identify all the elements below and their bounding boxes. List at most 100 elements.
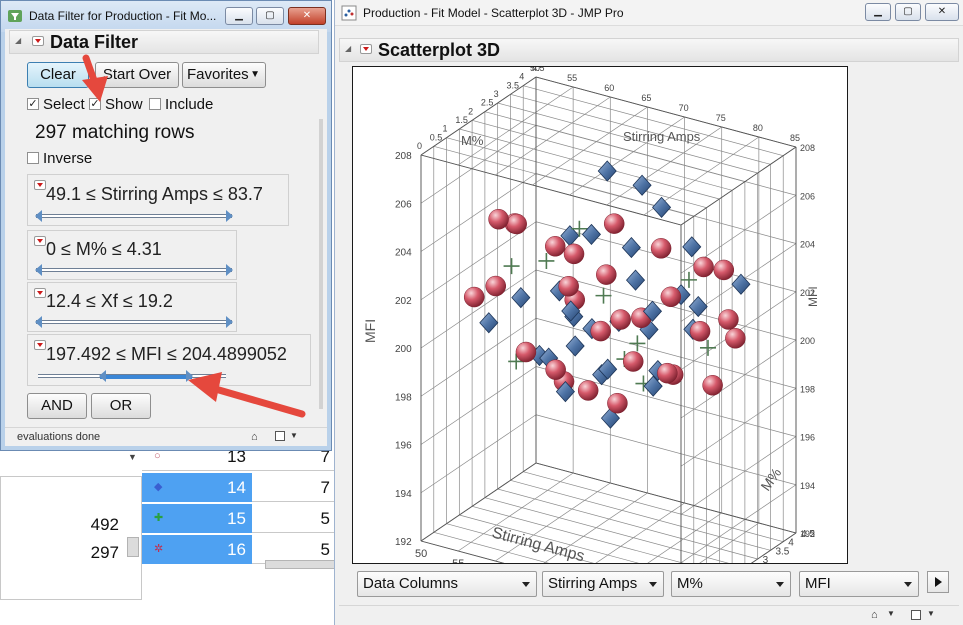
data-point-plus [629,335,646,352]
maximize-button[interactable]: ▢ [895,3,921,21]
select-checkbox[interactable]: ✓ [27,98,39,110]
x-column-label: Stirring Amps [548,575,638,592]
y-column-select[interactable]: M% [671,571,791,597]
z-tick-label: 204 [395,248,412,259]
dropdown-arrow-icon: ▼ [250,69,260,80]
data-columns-select[interactable]: Data Columns [357,571,537,597]
collapse-icon[interactable]: ◢ [15,36,23,45]
filter-range-label: 49.1 ≤ Stirring Amps ≤ 83.7 [46,184,263,204]
data-point-sphere [596,264,617,285]
filter-window-titlebar[interactable]: Data Filter for Production - Fit Mo... ▁… [1,1,331,32]
x-column-select[interactable]: Stirring Amps [542,571,664,597]
scatterplot-menu-icon[interactable] [360,44,372,54]
favorites-button[interactable]: Favorites ▼ [182,62,266,88]
dropdown-arrow-icon[interactable]: ▼ [290,431,298,440]
z-tick-label: 208 [800,143,815,153]
horizontal-scrollbar[interactable] [265,560,336,569]
z-tick-label: 192 [800,529,815,539]
clear-button[interactable]: Clear [27,62,89,88]
scroll-down-icon[interactable]: ▼ [128,452,142,472]
z-tick-label: 194 [800,481,815,491]
filter-range-label: 0 ≤ M% ≤ 4.31 [46,239,162,259]
z-tick-label: 198 [395,392,412,403]
slider-low-handle[interactable] [35,264,42,276]
close-button[interactable]: ✕ [288,7,326,25]
data-point-sphere [725,328,746,349]
plot-window-titlebar[interactable]: Production - Fit Model - Scatterplot 3D … [335,0,963,26]
x-axis-title: Stirring Amps [490,524,586,563]
include-checkbox[interactable] [149,98,161,110]
filter-options-menu-icon[interactable] [32,36,44,46]
filter-menu-icon[interactable] [34,180,46,190]
grid-line [495,96,611,176]
scatterplot-3d-chart[interactable]: 50505555606065657070757580808585000.50.5… [353,67,847,563]
filter-range-label: 12.4 ≤ Xf ≤ 19.2 [46,291,173,311]
slider-low-handle[interactable] [35,316,42,328]
dropdown-arrow-icon [904,582,912,587]
data-point-sphere [718,309,739,330]
collapse-icon[interactable]: ◢ [345,44,353,53]
z-column-select[interactable]: MFI [799,571,919,597]
data-filter-window[interactable]: Data Filter for Production - Fit Mo... ▁… [0,0,332,451]
data-point-sphere [693,256,714,278]
home-icon[interactable]: ⌂ [251,431,258,443]
vertical-scrollbar[interactable] [127,537,139,557]
slider-high-handle[interactable] [226,210,233,222]
next-column-button[interactable] [927,571,949,593]
minimize-button[interactable]: ▁ [865,3,891,21]
z-axis-title: MFI [806,286,820,307]
and-button[interactable]: AND [27,393,87,419]
window-list-icon[interactable] [911,610,921,620]
inverse-label: Inverse [43,150,93,167]
grid-line [532,106,648,186]
z-tick-label: 200 [395,344,412,355]
data-point-plus [699,339,716,356]
or-button[interactable]: OR [91,393,151,419]
data-point-diamond [682,236,702,258]
scatterplot-3d-canvas[interactable]: 50505555606065657070757580808585000.50.5… [352,66,848,564]
data-point-diamond [652,196,672,218]
data-point-sphere [657,362,678,384]
data-point-diamond [565,335,585,357]
maximize-button[interactable]: ▢ [256,7,284,25]
scatterplot-window[interactable]: Production - Fit Model - Scatterplot 3D … [334,0,963,625]
range-slider[interactable] [36,214,232,218]
inverse-checkbox[interactable] [27,152,39,164]
start-over-button[interactable]: Start Over [95,62,179,88]
data-point-sphere [506,213,527,235]
data-point-sphere [485,275,507,297]
slider-high-handle[interactable] [186,370,194,382]
close-button[interactable]: ✕ [925,3,959,21]
data-point-plus [680,271,697,288]
plot-window-title: Production - Fit Model - Scatterplot 3D … [363,6,624,20]
filter-menu-icon[interactable] [34,288,46,298]
data-point-diamond [626,269,646,291]
grid-line [420,269,537,349]
window-list-icon[interactable] [275,431,285,441]
data-point-sphere [603,213,625,234]
show-checkbox[interactable]: ✓ [89,98,101,110]
table-grid [142,448,336,625]
slider-high-handle[interactable] [226,264,233,276]
dropdown-arrow-icon[interactable]: ▼ [887,609,895,618]
range-slider[interactable] [36,320,232,324]
filter-menu-icon[interactable] [34,340,46,350]
range-slider[interactable] [36,268,232,272]
minimize-button[interactable]: ▁ [225,7,253,25]
slider-low-handle[interactable] [99,370,107,382]
y-tick-label: 4 [788,538,794,549]
filter-xf: 12.4 ≤ Xf ≤ 19.2 [27,282,237,332]
y-axis-title: M% [757,465,784,494]
filter-status-bar: evaluations done ⌂ ▼ [5,427,327,446]
slider-high-handle[interactable] [226,316,233,328]
filter-menu-icon[interactable] [34,236,46,246]
data-point-sphere [650,238,672,259]
home-icon[interactable]: ⌂ [871,609,878,621]
z-tick-label: 206 [800,191,815,201]
y-tick-label: 2 [468,106,473,116]
y-tick-label: 3 [763,555,769,563]
panel-scrollbar[interactable] [319,119,323,409]
slider-low-handle[interactable] [35,210,42,222]
z-tick-label: 192 [395,537,412,548]
dropdown-arrow-icon[interactable]: ▼ [927,609,935,618]
